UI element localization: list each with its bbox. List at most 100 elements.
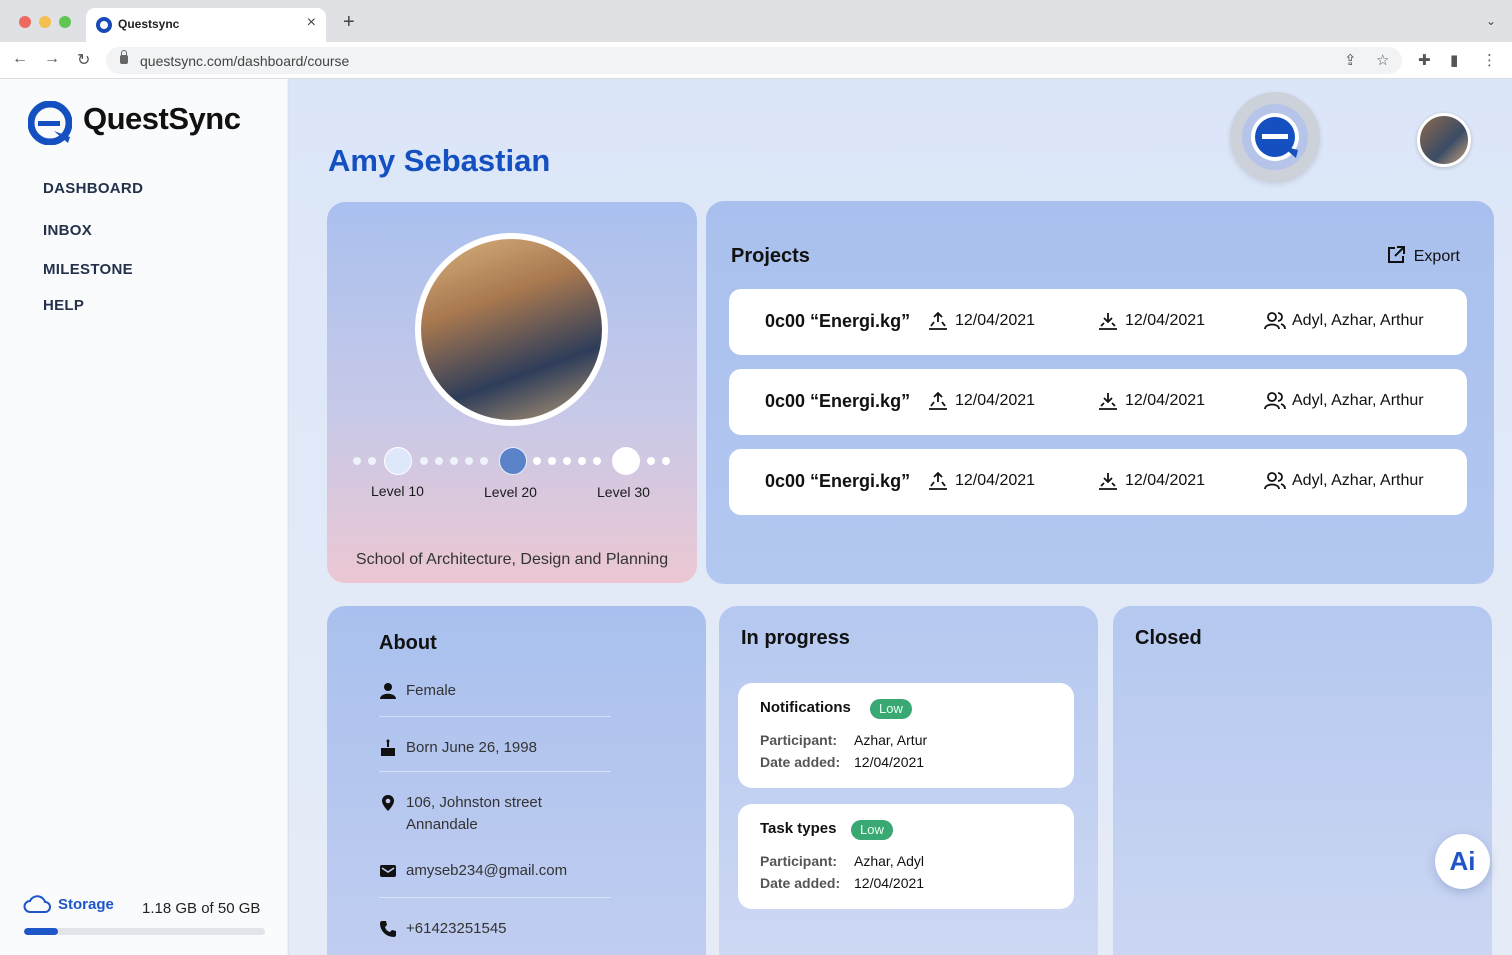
end-date-icon: [1099, 313, 1117, 330]
level-20-label: Level 20: [484, 484, 537, 500]
project-name: 0c00 “Energi.kg”: [765, 471, 911, 491]
participant-label: Participant:: [760, 732, 838, 748]
tab-list-chevron-icon[interactable]: ⌄: [1486, 14, 1496, 28]
task-card[interactable]: Notifications Low Participant: Azhar, Ar…: [738, 683, 1074, 788]
priority-badge: Low: [851, 820, 893, 840]
address-bar[interactable]: questsync.com/dashboard/course: [106, 47, 1402, 74]
level-10-label: Level 10: [371, 483, 424, 499]
close-tab-icon[interactable]: ×: [307, 14, 316, 32]
about-title: About: [379, 632, 437, 654]
mail-icon: [380, 865, 396, 877]
user-avatar[interactable]: [1417, 113, 1471, 167]
export-button[interactable]: Export: [1386, 245, 1460, 266]
side-panel-icon[interactable]: ▮: [1450, 51, 1458, 69]
sidebar-item-help[interactable]: HELP: [43, 297, 84, 314]
external-link-icon: [1387, 246, 1405, 263]
project-start-date: 12/04/2021: [955, 312, 1036, 329]
projects-title: Projects: [731, 245, 810, 267]
gender-value: Female: [406, 682, 457, 699]
priority-badge: Low: [870, 699, 912, 719]
minimize-window-button[interactable]: [39, 16, 51, 28]
level-30-marker[interactable]: [612, 447, 640, 475]
project-end-date: 12/04/2021: [1125, 472, 1206, 489]
date-added-value: 12/04/2021: [854, 875, 925, 891]
questsync-logo-icon: [28, 101, 72, 145]
end-date-icon: [1099, 473, 1117, 490]
favicon-icon: [96, 17, 112, 33]
project-team: Adyl, Azhar, Arthur: [1292, 392, 1424, 409]
bookmark-star-icon[interactable]: ☆: [1376, 51, 1389, 69]
ai-assistant-button[interactable]: Ai: [1435, 834, 1490, 889]
task-name: Notifications: [760, 699, 851, 716]
storage-progress-bar: [24, 928, 265, 935]
project-team: Adyl, Azhar, Arthur: [1292, 472, 1424, 489]
task-name: Task types: [760, 820, 837, 837]
project-name: 0c00 “Energi.kg”: [765, 311, 911, 331]
start-date-icon: [929, 311, 947, 330]
address-line-1: 106, Johnston street: [406, 794, 542, 811]
project-start-date: 12/04/2021: [955, 472, 1036, 489]
storage-label[interactable]: Storage: [58, 896, 114, 913]
project-start-date: 12/04/2021: [955, 392, 1036, 409]
browser-tab[interactable]: Questsync ×: [86, 8, 326, 42]
cake-icon: [381, 739, 395, 756]
export-label: Export: [1413, 248, 1460, 265]
sidebar-item-milestone[interactable]: MILESTONE: [43, 261, 133, 278]
profile-photo: [415, 233, 608, 426]
sidebar: QuestSync DASHBOARD INBOX MILESTONE HELP…: [0, 79, 288, 955]
date-added-label: Date added:: [760, 754, 841, 770]
address-line-2: Annandale: [406, 816, 478, 833]
phone-value[interactable]: +61423251545: [406, 918, 507, 940]
in-progress-column: In progress Notifications Low Participan…: [719, 606, 1098, 955]
start-date-icon: [929, 391, 947, 410]
tab-title: Questsync: [118, 17, 180, 31]
about-card: About Female Born June 26, 1998 106, Joh…: [327, 606, 706, 955]
new-tab-icon[interactable]: +: [343, 11, 355, 34]
level-progress: Level 10 Level 20 Level 30: [347, 442, 677, 500]
end-date-icon: [1099, 393, 1117, 410]
close-window-button[interactable]: [19, 16, 31, 28]
sidebar-item-inbox[interactable]: INBOX: [43, 222, 92, 239]
email-value[interactable]: amyseb234@gmail.com: [406, 860, 567, 882]
share-icon[interactable]: ⇪: [1344, 51, 1357, 69]
project-team: Adyl, Azhar, Arthur: [1292, 312, 1424, 329]
project-row[interactable]: 0c00 “Energi.kg” 12/04/2021 12/04/2021 A…: [729, 369, 1467, 435]
task-card[interactable]: Task types Low Participant: Azhar, Adyl …: [738, 804, 1074, 909]
page-title: Amy Sebastian: [328, 143, 551, 178]
project-name: 0c00 “Energi.kg”: [765, 391, 911, 411]
phone-icon: [380, 921, 396, 937]
level-20-marker[interactable]: [499, 447, 527, 475]
storage-progress-fill: [24, 928, 58, 935]
maximize-window-button[interactable]: [59, 16, 71, 28]
closed-title: Closed: [1135, 627, 1202, 649]
extensions-icon[interactable]: ✚: [1418, 51, 1431, 69]
team-icon: [1264, 312, 1286, 330]
level-30-label: Level 30: [597, 484, 650, 500]
project-row[interactable]: 0c00 “Energi.kg” 12/04/2021 12/04/2021 A…: [729, 289, 1467, 355]
back-arrow-icon[interactable]: ←: [12, 50, 28, 68]
date-added-label: Date added:: [760, 875, 841, 891]
sidebar-item-dashboard[interactable]: DASHBOARD: [43, 180, 143, 197]
participant-value: Azhar, Adyl: [854, 853, 925, 869]
level-10-marker[interactable]: [384, 447, 412, 475]
main-content: Amy Sebastian Level 10 Level 20 Level 30…: [289, 79, 1512, 955]
birth-value: Born June 26, 1998: [406, 739, 537, 756]
url-text[interactable]: questsync.com/dashboard/course: [140, 53, 349, 69]
location-pin-icon: [382, 795, 394, 811]
profile-card: Level 10 Level 20 Level 30 School of Arc…: [327, 202, 697, 583]
reload-icon[interactable]: ↻: [77, 50, 90, 70]
team-icon: [1264, 472, 1286, 490]
storage-usage: 1.18 GB of 50 GB: [142, 900, 261, 917]
more-menu-icon[interactable]: ⋮: [1482, 51, 1497, 69]
date-added-value: 12/04/2021: [854, 754, 925, 770]
participant-label: Participant:: [760, 853, 838, 869]
forward-arrow-icon[interactable]: →: [44, 50, 60, 68]
questsync-badge-icon: [1230, 92, 1320, 182]
project-end-date: 12/04/2021: [1125, 392, 1206, 409]
browser-toolbar: ← → ↻ questsync.com/dashboard/course ⇪ ☆…: [0, 42, 1512, 79]
in-progress-title: In progress: [741, 627, 850, 649]
cloud-icon: [23, 895, 51, 913]
project-row[interactable]: 0c00 “Energi.kg” 12/04/2021 12/04/2021 A…: [729, 449, 1467, 515]
team-icon: [1264, 392, 1286, 410]
brand-name: QuestSync: [83, 101, 241, 136]
